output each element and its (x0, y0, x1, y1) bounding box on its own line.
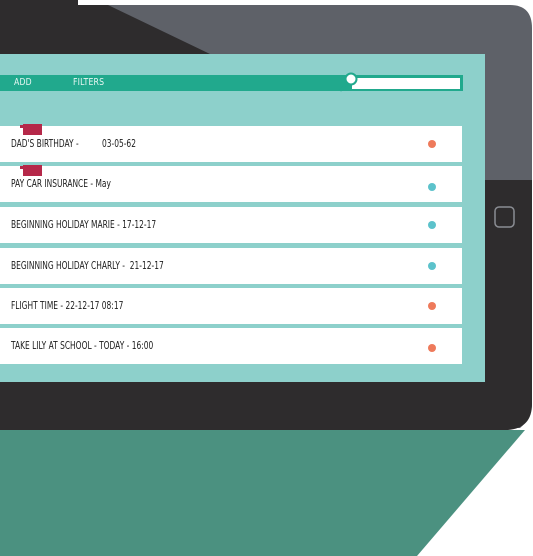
reminder-title: BEGINNING HOLIDAY CHARLY - 21-12-17 (11, 259, 164, 272)
tablet-top-edge (0, 0, 78, 6)
filters-button[interactable]: FILTERS (73, 75, 104, 91)
flag-icon (20, 165, 42, 176)
flag-icon (20, 124, 42, 135)
list-item[interactable]: TAKE LILY AT SCHOOL - TODAY - 16:00 (0, 328, 462, 364)
reminder-title: TAKE LILY AT SCHOOL - TODAY - 16:00 (11, 339, 154, 352)
priority-dot (428, 183, 436, 191)
floor-shadow (0, 430, 525, 556)
app-screen: ADD FILTERS DAD'S BIRTHDAY - 03-05-62 PA… (0, 54, 485, 382)
reminder-title: BEGINNING HOLIDAY MARIE - 17-12-17 (11, 218, 157, 231)
tablet-scene: ADD FILTERS DAD'S BIRTHDAY - 03-05-62 PA… (0, 0, 533, 556)
search-input[interactable] (352, 78, 464, 89)
priority-dot (428, 302, 436, 310)
list-item[interactable]: DAD'S BIRTHDAY - 03-05-62 (0, 126, 462, 162)
priority-dot (428, 221, 436, 229)
reminder-title: PAY CAR INSURANCE - May (11, 177, 111, 190)
list-item[interactable]: BEGINNING HOLIDAY CHARLY - 21-12-17 (0, 248, 462, 284)
reminder-title: FLIGHT TIME - 22-12-17 08:17 (11, 299, 124, 312)
priority-dot (428, 262, 436, 270)
magnifier-icon[interactable] (338, 71, 360, 93)
list-item[interactable]: PAY CAR INSURANCE - May (0, 166, 462, 202)
toolbar: ADD FILTERS (0, 74, 464, 92)
priority-dot (428, 344, 436, 352)
add-button[interactable]: ADD (14, 75, 32, 91)
list-item[interactable]: FLIGHT TIME - 22-12-17 08:17 (0, 288, 462, 324)
priority-dot (428, 140, 436, 148)
search-box[interactable] (352, 78, 464, 89)
reminder-date: 03-05-62 (102, 137, 136, 150)
reminder-title: DAD'S BIRTHDAY - (11, 137, 79, 150)
list-item[interactable]: BEGINNING HOLIDAY MARIE - 17-12-17 (0, 207, 462, 243)
